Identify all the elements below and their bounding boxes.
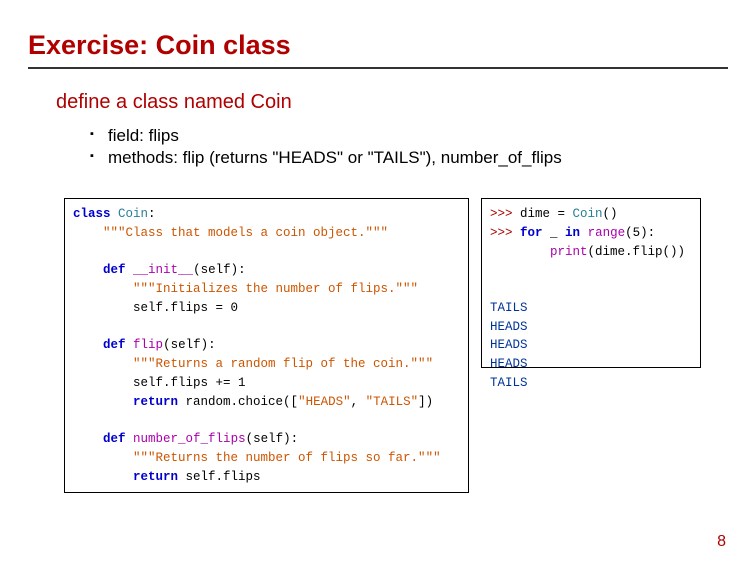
prompt: >>> xyxy=(490,207,520,221)
class-name: Coin xyxy=(118,207,148,221)
for-keyword: for xyxy=(520,226,543,240)
flip-return-expr: random.choice([ xyxy=(178,395,298,409)
def-keyword: def xyxy=(103,432,126,446)
return-keyword: return xyxy=(133,470,178,484)
space xyxy=(580,226,588,240)
flip-params: (self): xyxy=(163,338,216,352)
init-body: self.flips = 0 xyxy=(133,301,238,315)
flip-name: flip xyxy=(133,338,163,352)
slide-subtitle: define a class named Coin xyxy=(56,91,728,114)
comma: , xyxy=(351,395,366,409)
flip-body-1: self.flips += 1 xyxy=(133,376,246,390)
loop-var: _ xyxy=(543,226,566,240)
output-line: TAILS xyxy=(490,376,528,390)
bullet-item: field: flips xyxy=(90,126,728,146)
nof-name: number_of_flips xyxy=(133,432,246,446)
def-keyword: def xyxy=(103,338,126,352)
range-call: range xyxy=(588,226,626,240)
output-line: TAILS xyxy=(490,301,528,315)
heads-str: "HEADS" xyxy=(298,395,351,409)
close-list: ]) xyxy=(418,395,433,409)
return-keyword: return xyxy=(133,395,178,409)
init-name: __init__ xyxy=(133,263,193,277)
repl-line-1c: () xyxy=(603,207,618,221)
repl-line-1a: dime = xyxy=(520,207,573,221)
prompt: >>> xyxy=(490,226,520,240)
in-keyword: in xyxy=(565,226,580,240)
page-number: 8 xyxy=(717,533,726,551)
bullet-item: methods: flip (returns "HEADS" or "TAILS… xyxy=(90,148,728,168)
init-params: (self): xyxy=(193,263,246,277)
indent xyxy=(490,245,550,259)
bullet-list: field: flips methods: flip (returns "HEA… xyxy=(90,126,728,168)
output-line: HEADS xyxy=(490,357,528,371)
print-arg: (dime.flip()) xyxy=(588,245,686,259)
range-arg: (5): xyxy=(625,226,655,240)
flip-docstring: """Returns a random flip of the coin.""" xyxy=(133,357,433,371)
colon: : xyxy=(148,207,156,221)
slide-title: Exercise: Coin class xyxy=(28,30,728,69)
tails-str: "TAILS" xyxy=(366,395,419,409)
code-left-box: class Coin: """Class that models a coin … xyxy=(64,198,469,493)
class-docstring: """Class that models a coin object.""" xyxy=(103,226,388,240)
output-line: HEADS xyxy=(490,320,528,334)
code-area: class Coin: """Class that models a coin … xyxy=(64,198,728,493)
coin-call: Coin xyxy=(573,207,603,221)
init-docstring: """Initializes the number of flips.""" xyxy=(133,282,418,296)
print-call: print xyxy=(550,245,588,259)
code-right-box: >>> dime = Coin() >>> for _ in range(5):… xyxy=(481,198,701,368)
nof-params: (self): xyxy=(246,432,299,446)
class-keyword: class xyxy=(73,207,111,221)
output-line: HEADS xyxy=(490,338,528,352)
def-keyword: def xyxy=(103,263,126,277)
nof-docstring: """Returns the number of flips so far.""… xyxy=(133,451,441,465)
nof-return-expr: self.flips xyxy=(178,470,261,484)
